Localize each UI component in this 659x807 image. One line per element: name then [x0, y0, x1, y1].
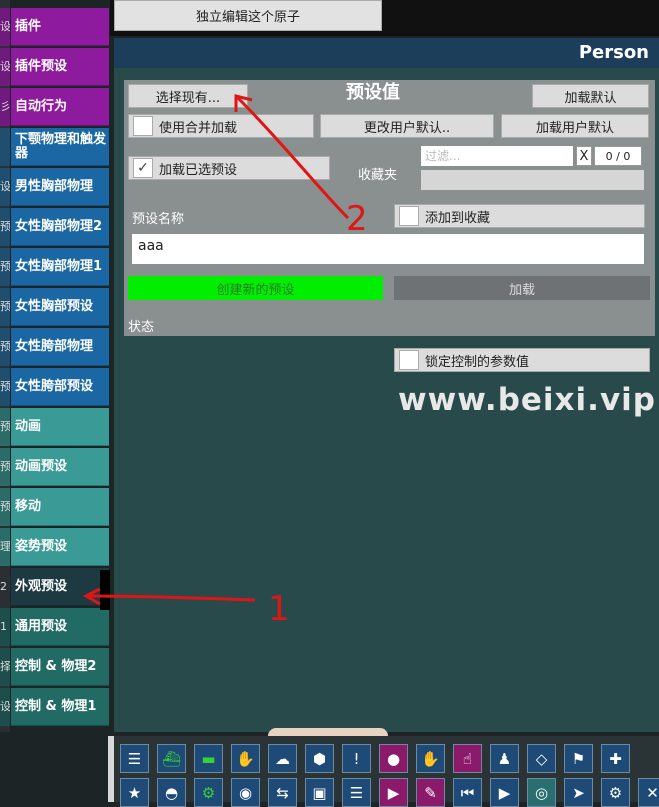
- arrow-1: [82, 587, 256, 606]
- scene-icon[interactable]: ⛴: [157, 744, 186, 773]
- hand-red-icon[interactable]: ✋: [231, 744, 260, 773]
- wrench-icon[interactable]: ✎: [416, 778, 445, 807]
- target-icon[interactable]: ◎: [527, 778, 556, 807]
- alert-icon[interactable]: !: [342, 744, 371, 773]
- cursor-icon[interactable]: ➤: [564, 778, 593, 807]
- plus-icon[interactable]: ✚: [601, 744, 630, 773]
- person-anim-icon[interactable]: ●: [379, 744, 408, 773]
- person-gear-icon[interactable]: ⚙: [601, 778, 630, 807]
- flag-icon[interactable]: ⚑: [564, 744, 593, 773]
- document-icon[interactable]: ☰: [342, 778, 371, 807]
- app-root: 独立编辑这个原子 设插件设插件预设彡自动行为 下颚物理和触发器设男性胸部物理预女性…: [0, 0, 659, 807]
- annotation-two: 2: [346, 199, 368, 239]
- star-icon[interactable]: ★: [120, 778, 149, 807]
- person-icon[interactable]: ♟: [490, 744, 519, 773]
- skip-back-icon[interactable]: ⏮: [453, 778, 482, 807]
- folder-gear-icon[interactable]: ⚙: [194, 778, 223, 807]
- unity-icon[interactable]: ◇: [527, 744, 556, 773]
- hand-icon[interactable]: ✋: [416, 744, 445, 773]
- person-play-icon[interactable]: ▶: [379, 778, 408, 807]
- play-icon[interactable]: ▶: [490, 778, 519, 807]
- arrow-2: [234, 94, 350, 220]
- hat-icon[interactable]: ◓: [157, 778, 186, 807]
- share-icon[interactable]: ⇆: [268, 778, 297, 807]
- annotation-one: 1: [268, 589, 290, 629]
- folder-icon[interactable]: ▬: [194, 744, 223, 773]
- list-icon[interactable]: ☰: [120, 744, 149, 773]
- toolbar-edge: [108, 736, 114, 802]
- annotation-overlay: 1 2: [82, 94, 368, 629]
- cloud-icon[interactable]: ☁: [268, 744, 297, 773]
- touch-icon[interactable]: ☝: [453, 744, 482, 773]
- tools-icon[interactable]: ✕: [638, 778, 659, 807]
- camera-icon[interactable]: ◉: [231, 778, 260, 807]
- box-icon[interactable]: ▣: [305, 778, 334, 807]
- cube-icon[interactable]: ⬢: [305, 744, 334, 773]
